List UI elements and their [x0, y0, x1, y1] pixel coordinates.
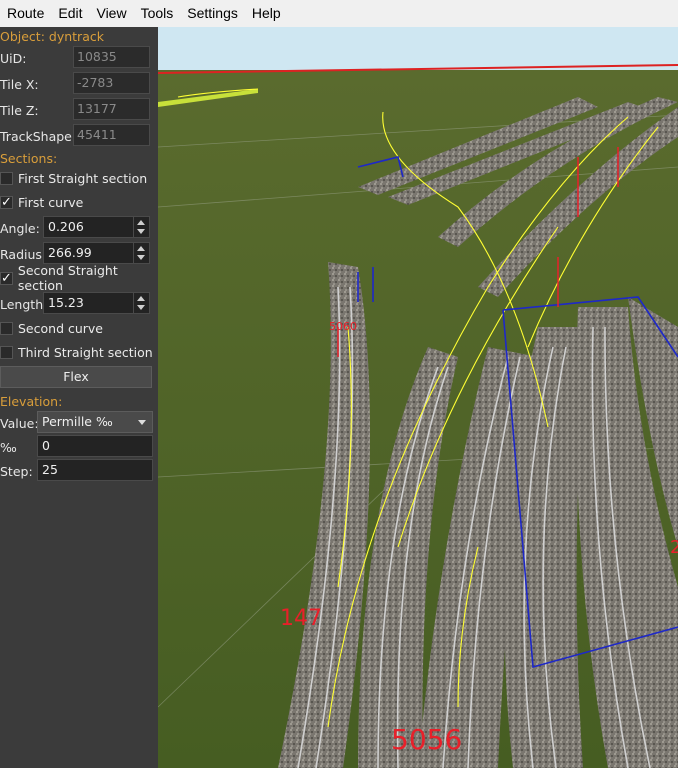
radius-value: 266.99 [48, 245, 92, 260]
menu-view[interactable]: View [89, 0, 133, 27]
length-increase-arrow-icon[interactable] [137, 296, 145, 301]
elevation-unit-select[interactable]: Permille ‰ [37, 411, 153, 433]
uid-label: UiD: [0, 51, 27, 66]
first-curve-label: First curve [18, 194, 84, 210]
radius-label: Radius: [0, 247, 47, 262]
label-5060: 5060 [329, 320, 357, 333]
step-field[interactable]: 25 [37, 459, 153, 481]
angle-value: 0.206 [48, 219, 84, 234]
first-straight-checkbox-row[interactable]: First Straight section [0, 168, 147, 188]
third-straight-checkbox-row[interactable]: Third Straight section [0, 342, 153, 362]
chevron-down-icon [138, 420, 146, 425]
angle-decrease-arrow-icon[interactable] [137, 229, 145, 234]
radius-decrease-arrow-icon[interactable] [137, 255, 145, 260]
angle-spinbox[interactable]: 0.206 [43, 216, 150, 238]
length-label: Length: [0, 297, 48, 312]
second-straight-checkbox-row[interactable]: ✓ Second Straight section [0, 263, 158, 293]
second-straight-checkbox[interactable]: ✓ [0, 271, 13, 285]
third-straight-checkbox[interactable] [0, 345, 13, 359]
permille-field[interactable]: 0 [37, 435, 153, 457]
value-label: Value: [0, 416, 39, 431]
second-curve-checkbox-row[interactable]: Second curve [0, 318, 103, 338]
menu-edit[interactable]: Edit [51, 0, 89, 27]
viewport-scene: 147 5056 5060 2 [158, 27, 678, 768]
menu-route[interactable]: Route [0, 0, 51, 27]
step-value: 25 [42, 462, 58, 477]
elevation-unit-value: Permille ‰ [42, 414, 113, 429]
menu-help[interactable]: Help [245, 0, 288, 27]
length-spinbox[interactable]: 15.23 [43, 292, 150, 314]
tilex-label: Tile X: [0, 77, 39, 92]
first-curve-checkbox[interactable]: ✓ [0, 195, 13, 209]
third-straight-label: Third Straight section [18, 344, 153, 360]
object-header: Object: dyntrack [0, 29, 104, 44]
3d-viewport[interactable]: 147 5056 5060 2 [158, 27, 678, 768]
second-curve-checkbox[interactable] [0, 321, 13, 335]
radius-increase-arrow-icon[interactable] [137, 246, 145, 251]
menu-bar: Route Edit View Tools Settings Help [0, 0, 678, 28]
radius-spinbox[interactable]: 266.99 [43, 242, 150, 264]
sections-header: Sections: [0, 151, 58, 166]
properties-panel: Object: dyntrack UiD: 10835 Tile X: -278… [0, 27, 158, 768]
length-value: 15.23 [48, 295, 84, 310]
elevation-header: Elevation: [0, 394, 63, 409]
permille-value: 0 [42, 438, 50, 453]
flex-button[interactable]: Flex [0, 366, 152, 388]
trackshape-label: TrackShape: [0, 129, 77, 144]
step-label: Step: [0, 464, 33, 479]
tilex-field[interactable]: -2783 [73, 72, 150, 94]
menu-settings[interactable]: Settings [180, 0, 245, 27]
uid-field[interactable]: 10835 [73, 46, 150, 68]
label-5056: 5056 [391, 723, 462, 756]
label-147: 147 [280, 606, 322, 631]
angle-label: Angle: [0, 221, 40, 236]
second-curve-label: Second curve [18, 320, 103, 336]
first-straight-label: First Straight section [18, 170, 148, 186]
first-straight-checkbox[interactable] [0, 171, 13, 185]
length-decrease-arrow-icon[interactable] [137, 305, 145, 310]
tilez-field[interactable]: 13177 [73, 98, 150, 120]
tilez-label: Tile Z: [0, 103, 39, 118]
permille-label: ‰ [0, 440, 17, 455]
trackshape-field[interactable]: 45411 [73, 124, 150, 146]
second-straight-label: Second Straight section [17, 263, 118, 293]
menu-tools[interactable]: Tools [134, 0, 181, 27]
label-2: 2 [670, 537, 678, 558]
first-curve-checkbox-row[interactable]: ✓ First curve [0, 192, 83, 212]
angle-increase-arrow-icon[interactable] [137, 220, 145, 225]
